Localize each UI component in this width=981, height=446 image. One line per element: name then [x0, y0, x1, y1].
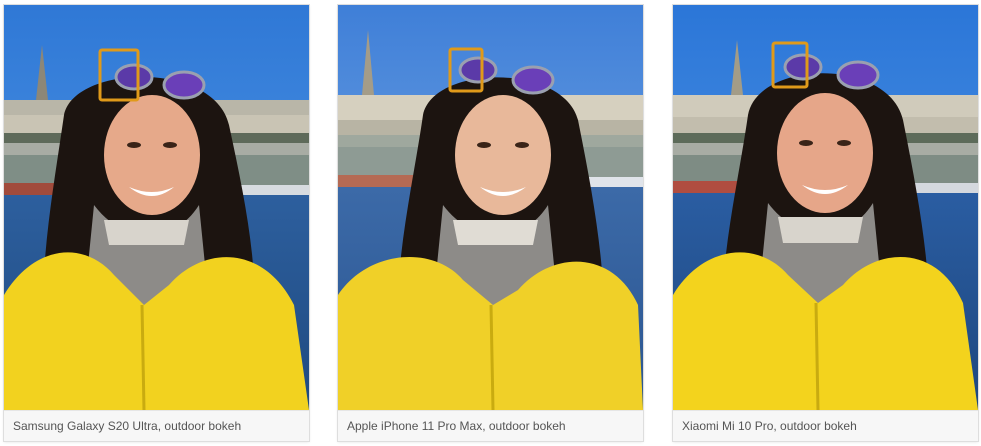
photo-card-xiaomi: Xiaomi Mi 10 Pro, outdoor bokeh: [673, 5, 978, 441]
photo-samsung-portrait[interactable]: [4, 5, 309, 410]
photo-caption: Xiaomi Mi 10 Pro, outdoor bokeh: [673, 410, 978, 441]
photo-comparison-gallery: Samsung Galaxy S20 Ultra, outdoor bokeh: [0, 0, 981, 446]
photo-card-samsung: Samsung Galaxy S20 Ultra, outdoor bokeh: [4, 5, 309, 441]
portrait-image: [673, 5, 978, 410]
photo-xiaomi-portrait[interactable]: [673, 5, 978, 410]
photo-iphone-portrait[interactable]: [338, 5, 643, 410]
photo-card-iphone: Apple iPhone 11 Pro Max, outdoor bokeh: [338, 5, 643, 441]
portrait-image: [4, 5, 309, 410]
portrait-image: [338, 5, 643, 410]
photo-caption: Apple iPhone 11 Pro Max, outdoor bokeh: [338, 410, 643, 441]
photo-caption: Samsung Galaxy S20 Ultra, outdoor bokeh: [4, 410, 309, 441]
